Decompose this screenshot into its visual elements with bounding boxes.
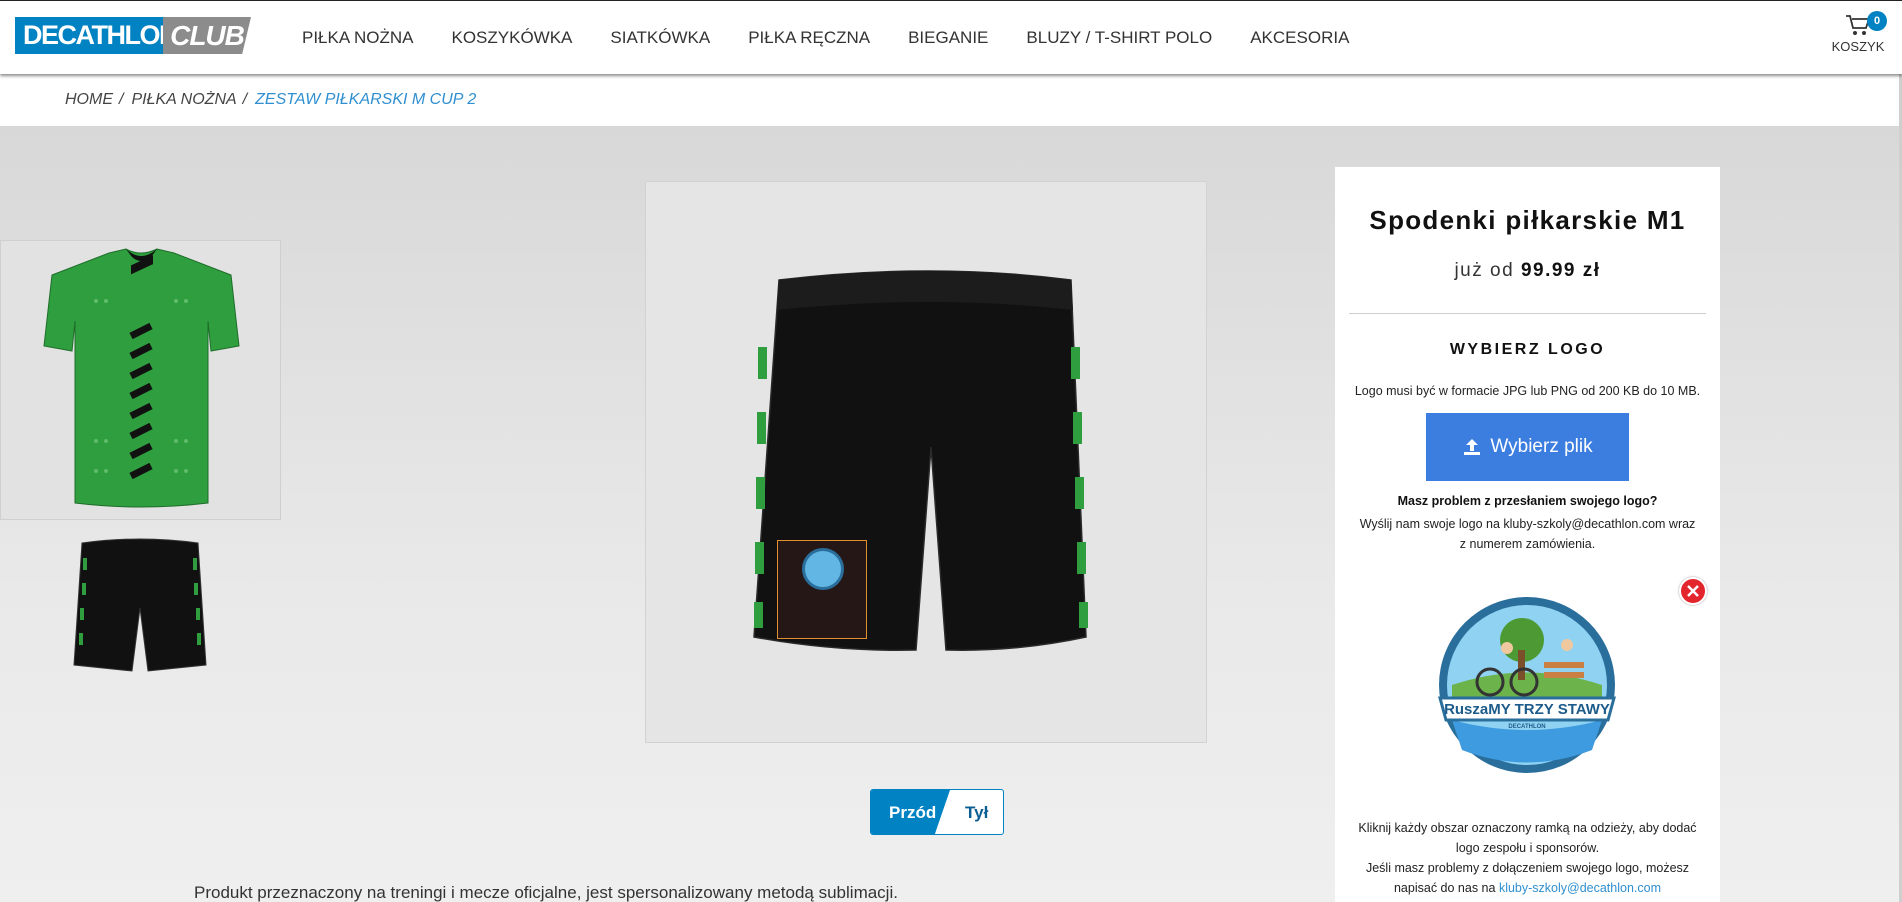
- close-icon: [1687, 585, 1699, 597]
- back-view-button[interactable]: Tył: [965, 790, 988, 834]
- nav-item-pilka-nozna[interactable]: PIŁKA NOŻNA: [302, 28, 413, 48]
- view-toggle: Przód Tył: [870, 789, 1004, 835]
- nav-item-pilka-reczna[interactable]: PIŁKA RĘCZNA: [748, 28, 870, 48]
- product-name: Spodenki piłkarskie M1: [1369, 205, 1686, 235]
- placed-logo-thumbnail: [802, 548, 844, 590]
- cart-label: KOSZYK: [1831, 39, 1885, 54]
- breadcrumb: HOME / PIŁKA NOŻNA / ZESTAW PIŁKARSKI M …: [65, 91, 476, 109]
- instructions-line-2: Jeśli masz problemy z dołączeniem swojeg…: [1345, 858, 1710, 898]
- logo-sub-text: CLUB: [163, 17, 251, 54]
- nav-item-bieganie[interactable]: BIEGANIE: [908, 28, 988, 48]
- logo-instructions: Kliknij każdy obszar oznaczony ramką na …: [1345, 818, 1710, 898]
- uploaded-logo-text: RuszaMY TRZY STAWY: [1444, 701, 1610, 718]
- price-prefix: już od: [1454, 260, 1515, 281]
- logo-placement-area[interactable]: [777, 540, 867, 639]
- choose-logo-title: WYBIERZ LOGO: [1449, 341, 1606, 358]
- thumbnail-shorts[interactable]: [70, 533, 210, 678]
- upload-problem-question: Masz problem z przesłaniem swojego logo?: [1397, 494, 1658, 508]
- jersey-image: [43, 248, 240, 508]
- upload-problem-text: Wyślij nam swoje logo na kluby-szkoly@de…: [1359, 517, 1696, 551]
- breadcrumb-separator: /: [242, 91, 248, 108]
- breadcrumb-home[interactable]: HOME: [65, 91, 113, 109]
- nav-item-akcesoria[interactable]: AKCESORIA: [1250, 28, 1349, 48]
- upload-icon: [1464, 439, 1481, 455]
- uploaded-logo-subtext: DECATHLON: [1508, 724, 1545, 730]
- nav-item-koszykowka[interactable]: KOSZYKÓWKA: [451, 28, 572, 48]
- main-nav: PIŁKA NOŻNA KOSZYKÓWKA SIATKÓWKA PIŁKA R…: [302, 1, 1387, 75]
- upload-button-label: Wybierz plik: [1490, 436, 1593, 457]
- cart-count-badge: 0: [1867, 11, 1887, 31]
- price-line: już od 99.99 zł: [1335, 260, 1720, 282]
- divider: [1349, 313, 1706, 314]
- logo-main-text: DECATHLON: [15, 17, 178, 54]
- breadcrumb-pilka-nozna[interactable]: PIŁKA NOŻNA: [131, 91, 236, 109]
- contact-email-link[interactable]: kluby-szkoly@decathlon.com: [1499, 881, 1661, 895]
- breadcrumb-separator: /: [119, 91, 124, 108]
- product-description: Produkt przeznaczony na treningi i mecze…: [194, 883, 898, 902]
- decathlon-club-logo[interactable]: DECATHLON CLUB: [15, 17, 251, 54]
- instructions-line-1: Kliknij każdy obszar oznaczony ramką na …: [1358, 821, 1697, 855]
- breadcrumb-current: ZESTAW PIŁKARSKI M CUP 2: [255, 91, 477, 108]
- thumbnail-jersey[interactable]: [0, 240, 281, 520]
- upload-file-button[interactable]: Wybierz plik: [1426, 413, 1629, 481]
- shorts-thumbnail-image: [73, 538, 207, 672]
- cart-button[interactable]: 0 KOSZYK: [1828, 11, 1888, 63]
- customization-panel: Spodenki piłkarskie M1 już od 99.99 zł W…: [1335, 167, 1720, 902]
- nav-item-bluzy[interactable]: BLUZY / T-SHIRT POLO: [1026, 28, 1212, 48]
- nav-item-siatkowka[interactable]: SIATKÓWKA: [610, 28, 710, 48]
- front-view-button[interactable]: Przód: [871, 790, 950, 834]
- top-header: DECATHLON CLUB PIŁKA NOŻNA KOSZYKÓWKA SI…: [0, 0, 1902, 74]
- remove-logo-button[interactable]: [1679, 577, 1707, 605]
- logo-format-note: Logo musi być w formacie JPG lub PNG od …: [1354, 384, 1701, 398]
- uploaded-logo-image[interactable]: RuszaMY TRZY STAWY DECATHLON: [1432, 590, 1622, 780]
- price-value: 99.99 zł: [1520, 260, 1601, 281]
- shorts-preview-image: [753, 270, 1088, 651]
- product-preview: [645, 181, 1207, 743]
